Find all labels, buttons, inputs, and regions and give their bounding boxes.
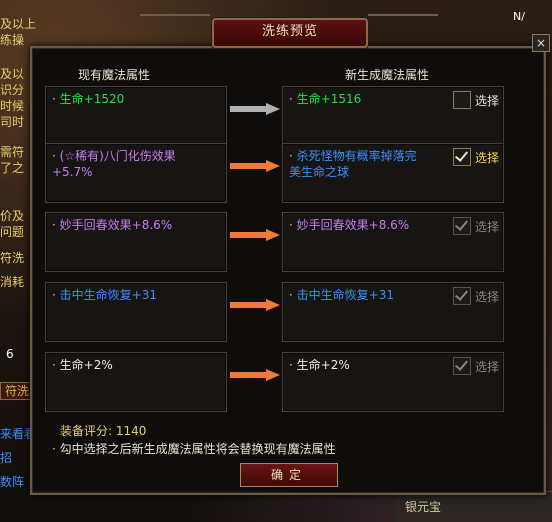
current-attribute-text: 击中生命恢复+31 xyxy=(59,288,157,302)
background-link-3[interactable]: 数阵 xyxy=(0,476,24,488)
background-fragment: 需符 xyxy=(0,145,25,159)
select-checkbox-group[interactable]: 选择 xyxy=(452,91,499,109)
current-attribute-box: · 妙手回春效果+8.6% xyxy=(45,212,227,272)
select-checkbox xyxy=(452,287,471,305)
rating-value: 1140 xyxy=(115,424,147,438)
background-link-2[interactable]: 招 xyxy=(0,452,12,464)
current-attribute-box: · 生命+1520 xyxy=(45,86,227,146)
transfer-arrow-icon xyxy=(230,157,280,172)
transfer-arrow-icon xyxy=(230,366,280,381)
select-checkbox-group: 选择 xyxy=(452,287,499,305)
new-attribute-box: · 生命+2% 选择 xyxy=(282,352,504,412)
dialog-title: 洗练预览 xyxy=(261,24,318,39)
new-attribute-text: 生命+1516 xyxy=(296,92,362,106)
select-label: 选择 xyxy=(474,359,499,374)
background-button-fragment[interactable]: 符洗 xyxy=(0,382,35,400)
current-attribute-box: · 生命+2% xyxy=(45,352,227,412)
confirm-button[interactable]: 确定 xyxy=(240,463,338,487)
current-attribute-text: 妙手回春效果+8.6% xyxy=(59,218,173,232)
new-attribute-text: 杀死怪物有概率掉落完 美生命之球 xyxy=(289,149,417,179)
replace-notice: · 勾中选择之后新生成魔法属性将会替换现有魔法属性 xyxy=(52,442,336,456)
transfer-arrow-icon xyxy=(230,226,280,241)
equipment-rating: 装备评分: 1140 xyxy=(60,422,146,439)
silver-ingot-label: 银元宝 xyxy=(405,500,442,514)
select-checkbox xyxy=(452,357,471,375)
new-attribute-box: · 生命+1516 选择 xyxy=(282,86,504,146)
current-attribute-text: 生命+2% xyxy=(59,358,113,372)
background-number: 6 xyxy=(6,347,14,361)
transfer-arrow-icon xyxy=(230,296,280,311)
current-attribute-text: 生命+1520 xyxy=(59,92,125,106)
background-fragment: 及以 xyxy=(0,67,25,81)
current-attribute-box: · (☆稀有)八门化伤效果 +5.7% xyxy=(45,143,227,203)
new-attribute-text: 击中生命恢复+31 xyxy=(296,288,394,302)
background-fragment: 司时 xyxy=(0,115,25,129)
select-checkbox xyxy=(452,217,471,235)
background-fragment: 识分 xyxy=(0,83,25,97)
select-label: 选择 xyxy=(474,93,499,108)
notice-text: 勾中选择之后新生成魔法属性将会替换现有魔法属性 xyxy=(59,442,336,456)
background-fragment: 问题 xyxy=(0,225,25,239)
new-attribute-box: · 杀死怪物有概率掉落完 美生命之球 选择 xyxy=(282,143,504,203)
background-fragment: 符洗 xyxy=(0,251,25,265)
transfer-arrow-icon xyxy=(230,100,280,115)
rating-label: 装备评分: xyxy=(60,424,113,438)
background-fragment: 及以上 xyxy=(0,17,37,31)
new-attributes-header: 新生成魔法属性 xyxy=(345,68,430,82)
background-fragment: 了之 xyxy=(0,161,25,175)
select-label: 选择 xyxy=(474,289,499,304)
background-fragment: 价及 xyxy=(0,209,25,223)
top-right-indicator: N/ xyxy=(513,10,525,23)
new-attribute-box: · 击中生命恢复+31 选择 xyxy=(282,282,504,342)
background-fragment: 消耗 xyxy=(0,275,25,289)
new-attribute-text: 生命+2% xyxy=(296,358,350,372)
select-checkbox-group[interactable]: 选择 xyxy=(452,148,499,166)
select-checkbox[interactable] xyxy=(452,148,471,166)
current-attribute-box: · 击中生命恢复+31 xyxy=(45,282,227,342)
current-attributes-header: 现有魔法属性 xyxy=(78,68,151,82)
current-attribute-text: (☆稀有)八门化伤效果 +5.7% xyxy=(52,149,176,179)
select-checkbox-group: 选择 xyxy=(452,217,499,235)
select-label: 选择 xyxy=(474,150,499,165)
close-button[interactable]: × xyxy=(532,34,550,52)
select-checkbox[interactable] xyxy=(452,91,471,109)
new-attribute-box: · 妙手回春效果+8.6% 选择 xyxy=(282,212,504,272)
new-attribute-text: 妙手回春效果+8.6% xyxy=(296,218,410,232)
background-fragment: 练操 xyxy=(0,33,25,47)
background-fragment: 时候 xyxy=(0,99,25,113)
select-checkbox-group: 选择 xyxy=(452,357,499,375)
select-label: 选择 xyxy=(474,219,499,234)
